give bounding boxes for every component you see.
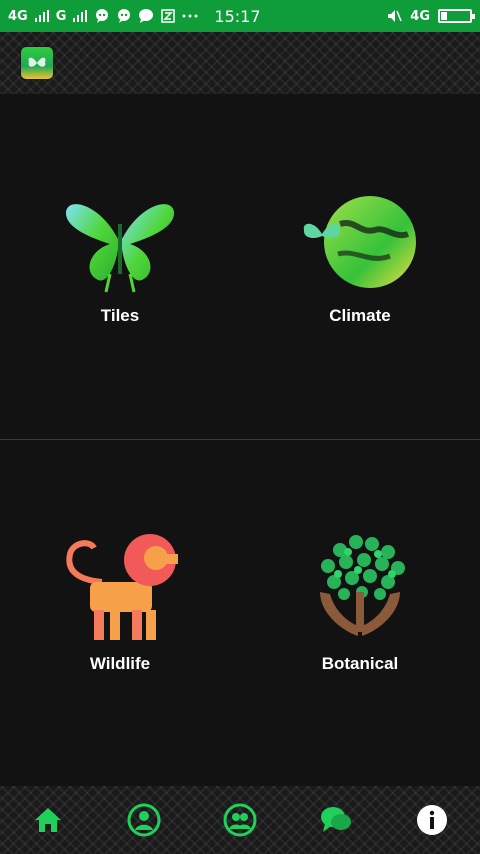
signal-icon [34, 8, 50, 24]
tile-label: Tiles [100, 306, 140, 325]
chat-bubble-icon [116, 8, 132, 24]
status-time: 15:17 [214, 6, 261, 26]
tile-label: Climate [329, 306, 391, 325]
tile-wildlife[interactable]: Wildlife [0, 532, 240, 674]
notification-icon [160, 8, 176, 24]
nav-community-button[interactable] [220, 800, 260, 840]
bottom-navigation [0, 786, 480, 854]
message-icon [138, 8, 154, 24]
tile-botanical[interactable]: Botanical [240, 532, 480, 674]
tile-tiles[interactable]: Tiles [0, 194, 240, 326]
chat-icon [321, 807, 351, 832]
user-icon [127, 803, 161, 837]
nav-info-button[interactable] [412, 800, 452, 840]
lion-icon [66, 534, 178, 640]
battery-icon [438, 9, 475, 23]
status-right: 4G [386, 8, 475, 24]
signal-icon [72, 8, 88, 24]
category-grid: Tiles Climate Wildlife Botanical [0, 94, 480, 786]
mute-icon [386, 8, 402, 24]
status-left: 4G G 15:17 [8, 7, 261, 26]
chat-bubble-icon [94, 8, 110, 24]
app-logo[interactable] [21, 47, 53, 79]
more-dots-icon [182, 8, 198, 24]
network-label-1: 4G [8, 8, 28, 24]
battery-fill [441, 12, 447, 20]
tile-label: Wildlife [89, 654, 151, 673]
tile-label: Botanical [321, 654, 399, 673]
nav-chat-button[interactable] [316, 800, 356, 840]
home-icon [35, 808, 61, 832]
grid-divider [0, 439, 480, 440]
tile-climate[interactable]: Climate [240, 194, 480, 326]
globe-icon [303, 196, 416, 288]
network-label-2: G [55, 8, 67, 24]
info-icon [417, 805, 447, 835]
tree-hands-icon [320, 535, 405, 636]
butterfly-icon [28, 57, 46, 67]
group-icon [223, 803, 257, 837]
butterfly-icon [65, 204, 175, 293]
top-app-bar [0, 32, 480, 94]
nav-profile-button[interactable] [124, 800, 164, 840]
status-bar: 4G G 15:17 4G [0, 0, 480, 32]
nav-home-button[interactable] [28, 800, 68, 840]
network-label-right: 4G [410, 8, 430, 24]
